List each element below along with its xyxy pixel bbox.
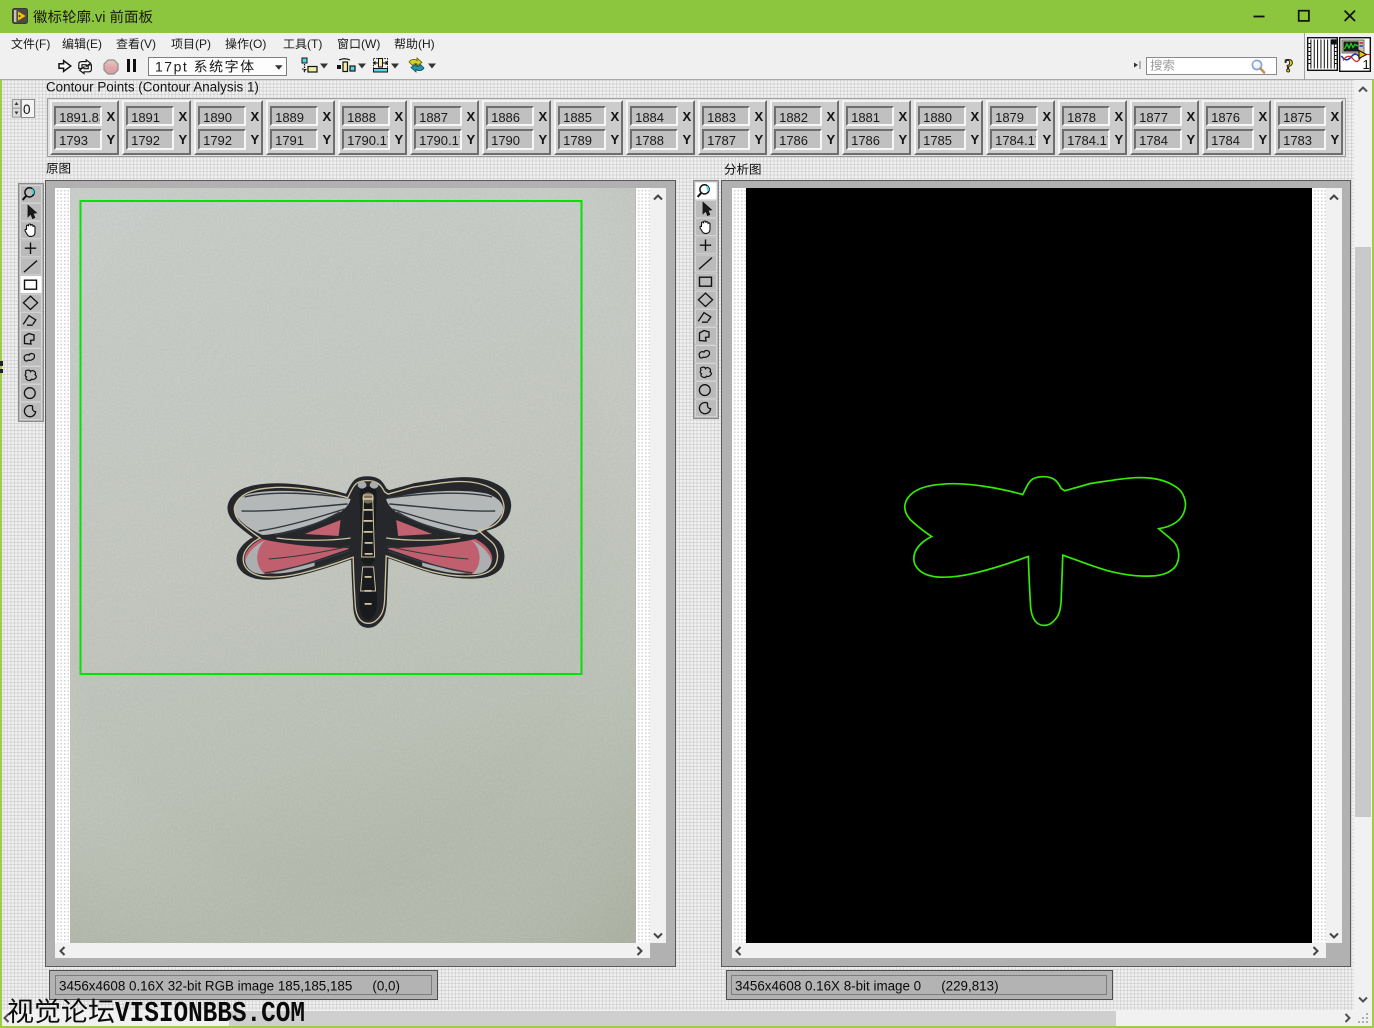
svg-text:?: ? [1284,56,1294,76]
svg-text:(V): (V) [140,37,156,51]
svg-text:3456x4608 0.16X 32-bit RGB ima: 3456x4608 0.16X 32-bit RGB image 185,185… [59,978,400,993]
svg-text:(F): (F) [35,37,50,51]
svg-text:17pt: 17pt [155,58,188,74]
svg-text:Contour Points (Contour Analys: Contour Points (Contour Analysis 1) [46,80,259,95]
svg-text:.vi: .vi [91,10,106,26]
svg-text:(P): (P) [195,37,211,51]
svg-text:(E): (E) [86,37,102,51]
svg-text:VISIONBBS.COM: VISIONBBS.COM [115,998,305,1028]
svg-text:(W): (W) [361,37,380,51]
svg-text:(T): (T) [307,37,322,51]
svg-text:0: 0 [23,101,31,116]
svg-text:3456x4608 0.16X 8-bit image 0: 3456x4608 0.16X 8-bit image 0 (229,813) [735,978,999,993]
svg-text:(O): (O) [249,37,266,51]
svg-text:(H): (H) [418,37,435,51]
svg-text:1: 1 [1362,57,1369,72]
